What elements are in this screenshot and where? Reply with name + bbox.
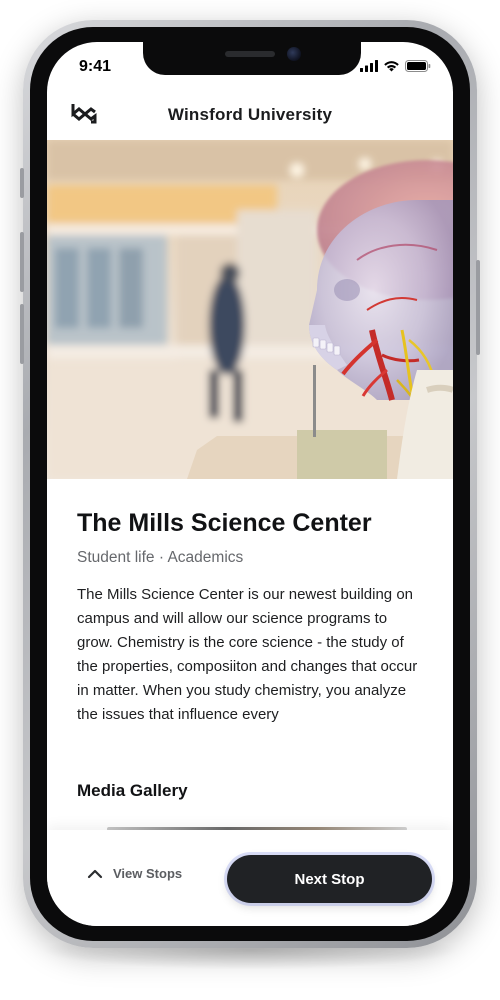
status-icons [360,60,431,72]
front-camera [287,47,301,61]
stage: 9:41 Winsford University The Mills Scien… [0,0,500,1000]
silent-switch [20,168,24,198]
header-title: Winsford University [167,105,333,124]
hero-image-illustration [47,140,453,479]
power-button [476,260,480,355]
battery-icon [405,60,431,72]
volume-down-button [20,304,24,364]
wifi-icon [384,61,399,72]
earpiece-speaker [225,51,275,57]
place-content: The Mills Science Center Student life · … [77,507,427,801]
place-tags: Student life · Academics [77,549,244,566]
view-stops-button[interactable]: View Stops [87,866,182,881]
next-stop-button[interactable]: Next Stop [227,855,432,903]
notch [143,42,361,75]
app-header: Winsford University [47,92,453,140]
cellular-signal-icon [360,60,378,72]
phone-screen: 9:41 Winsford University The Mills Scien… [47,42,453,926]
chevron-up-icon [87,869,103,878]
bottom-bar: View Stops Next Stop [47,830,453,926]
hero-image [47,140,453,479]
view-stops-label: View Stops [113,866,183,881]
next-stop-label: Next Stop [294,870,365,888]
media-gallery-title: Media Gallery [77,781,188,800]
place-title: The Mills Science Center [77,509,372,537]
place-description: The Mills Science Center is our newest b… [77,586,418,723]
volume-up-button [20,232,24,292]
status-time: 9:41 [79,58,112,75]
